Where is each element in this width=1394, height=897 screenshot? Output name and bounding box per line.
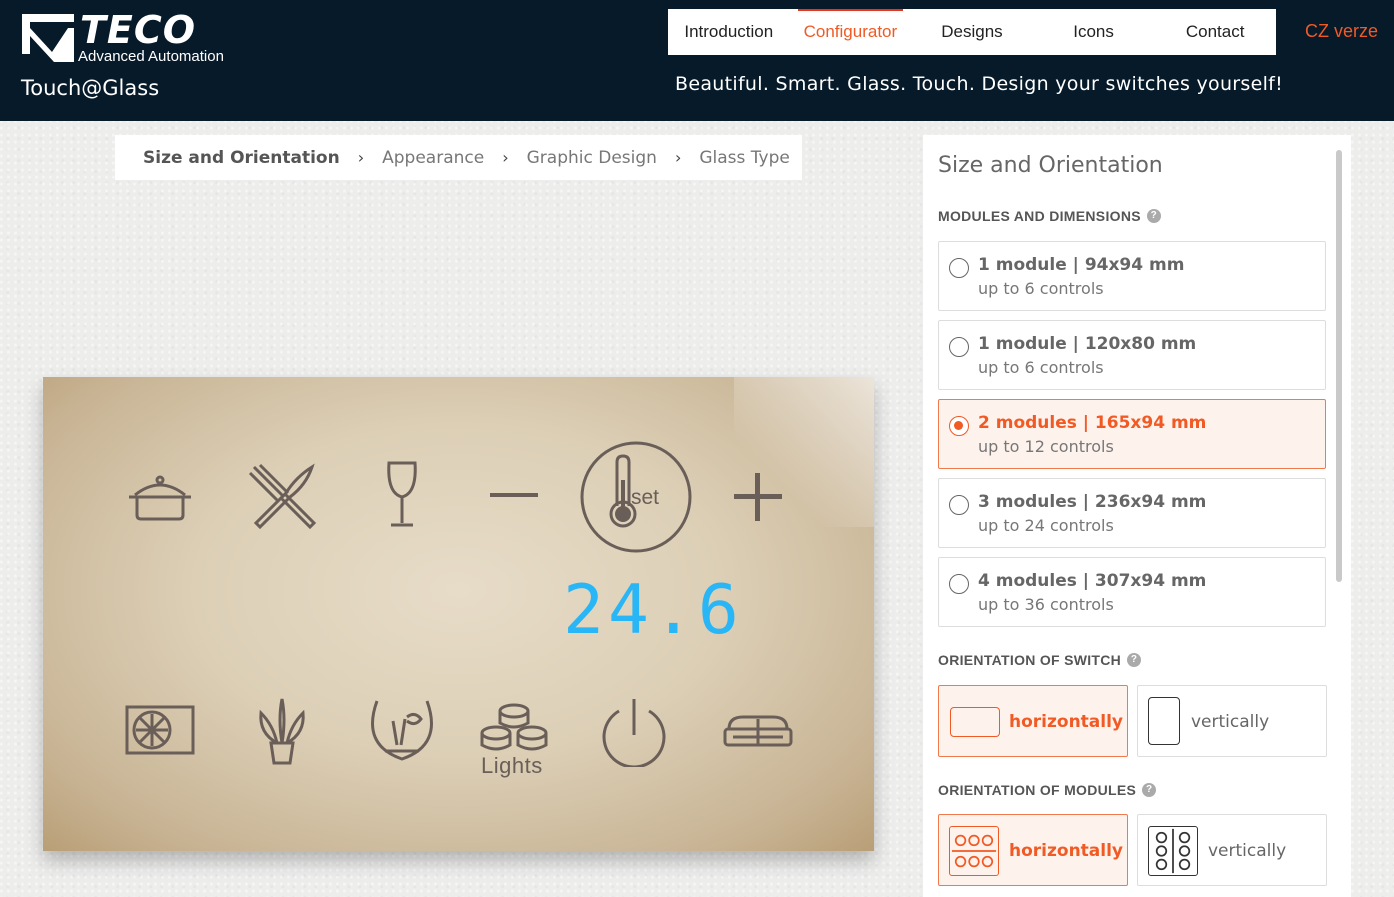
option-label: vertically [1208,841,1287,861]
option-label: horizontally [1009,712,1124,732]
modules-orientation-text: ORIENTATION OF MODULES [938,782,1137,798]
chevron-right-icon: › [674,148,682,167]
help-icon[interactable]: ? [1142,783,1157,797]
option-title: 1 module | 94x94 mm [978,255,1185,275]
lights-label: Lights [481,753,543,778]
modules-horizontal-icon [949,826,999,876]
modules-orientation-label: ORIENTATION OF MODULES ? [938,782,1157,798]
option-title: 4 modules | 307x94 mm [978,571,1207,591]
modules-vertical-icon [1148,826,1198,876]
tagline: Beautiful. Smart. Glass. Touch. Design y… [675,73,1284,95]
fork-knife-icon[interactable] [246,463,320,531]
switch-vertical-option[interactable]: vertically [1137,685,1327,757]
option-subtitle: up to 24 controls [978,516,1114,535]
module-option-1x94[interactable]: 1 module | 94x94 mm up to 6 controls [938,241,1326,311]
switch-preview: set 24.6 Lights [43,377,874,851]
step-appearance[interactable]: Appearance [382,148,484,168]
radio-button[interactable] [949,258,969,278]
sofa-icon[interactable] [723,715,793,749]
logo-subtitle: Advanced Automation [78,48,224,65]
teco-logo-icon [22,14,74,62]
module-option-1x120[interactable]: 1 module | 120x80 mm up to 6 controls [938,320,1326,390]
radio-button[interactable] [949,337,969,357]
step-graphic-design[interactable]: Graphic Design [527,148,657,168]
radio-button[interactable] [949,495,969,515]
nav-contact[interactable]: Contact [1154,9,1276,55]
temperature-display: 24.6 [563,571,743,650]
thermostat-set-label: set [631,486,659,509]
language-link[interactable]: CZ verze [1305,21,1378,42]
step-size-orientation[interactable]: Size and Orientation [143,148,340,168]
config-panel: Size and Orientation MODULES AND DIMENSI… [923,135,1351,897]
minus-icon[interactable] [489,489,539,501]
brand-title: Touch@Glass [21,76,160,100]
modules-section-label: MODULES AND DIMENSIONS ? [938,208,1161,224]
nav-icons[interactable]: Icons [1033,9,1155,55]
nav-designs[interactable]: Designs [911,9,1033,55]
option-subtitle: up to 12 controls [978,437,1114,456]
chevron-right-icon: › [357,148,365,167]
nav-configurator[interactable]: Configurator [790,9,912,55]
modules-section-text: MODULES AND DIMENSIONS [938,208,1141,224]
fan-icon[interactable] [125,705,195,755]
modules-horizontal-option[interactable]: horizontally [938,814,1128,886]
horizontal-rect-icon [950,707,1000,737]
teco-logo[interactable]: TECO Advanced Automation [22,8,232,67]
panel-title: Size and Orientation [938,153,1163,178]
vertical-rect-icon [1148,697,1180,745]
option-title: 3 modules | 236x94 mm [978,492,1207,512]
panel-scrollbar[interactable] [1336,150,1342,582]
switch-orientation-label: ORIENTATION OF SWITCH ? [938,652,1142,668]
option-label: vertically [1191,712,1270,732]
chevron-right-icon: › [502,148,509,167]
help-icon[interactable]: ? [1146,209,1161,223]
option-title: 1 module | 120x80 mm [978,334,1197,354]
site-header: TECO Advanced Automation Touch@Glass Int… [0,0,1394,121]
module-option-4x307[interactable]: 4 modules | 307x94 mm up to 36 controls [938,557,1326,627]
config-steps-breadcrumb: Size and Orientation › Appearance › Grap… [115,135,802,180]
pot-icon[interactable] [125,467,195,527]
module-option-3x236[interactable]: 3 modules | 236x94 mm up to 24 controls [938,478,1326,548]
switch-horizontal-option[interactable]: horizontally [938,685,1128,757]
wine-glass-icon[interactable] [383,459,421,531]
aquarium-icon[interactable] [367,695,437,765]
power-icon[interactable] [599,695,669,767]
modules-vertical-option[interactable]: vertically [1137,814,1327,886]
plus-icon[interactable] [733,472,783,522]
option-title: 2 modules | 165x94 mm [978,413,1207,433]
help-icon[interactable]: ? [1127,653,1142,667]
nav-introduction[interactable]: Introduction [668,9,790,55]
step-glass-type[interactable]: Glass Type [699,148,789,168]
module-option-2x165[interactable]: 2 modules | 165x94 mm up to 12 controls [938,399,1326,469]
main-nav: Introduction Configurator Designs Icons … [668,9,1276,55]
thermometer-set-icon[interactable]: set [579,440,693,554]
option-subtitle: up to 6 controls [978,279,1104,298]
option-subtitle: up to 36 controls [978,595,1114,614]
option-label: horizontally [1009,841,1124,861]
switch-orientation-text: ORIENTATION OF SWITCH [938,652,1122,668]
logo-wordmark: TECO [80,8,197,52]
radio-button[interactable] [949,574,969,594]
radio-button[interactable] [949,416,969,436]
plant-icon[interactable] [257,695,307,767]
option-subtitle: up to 6 controls [978,358,1104,377]
